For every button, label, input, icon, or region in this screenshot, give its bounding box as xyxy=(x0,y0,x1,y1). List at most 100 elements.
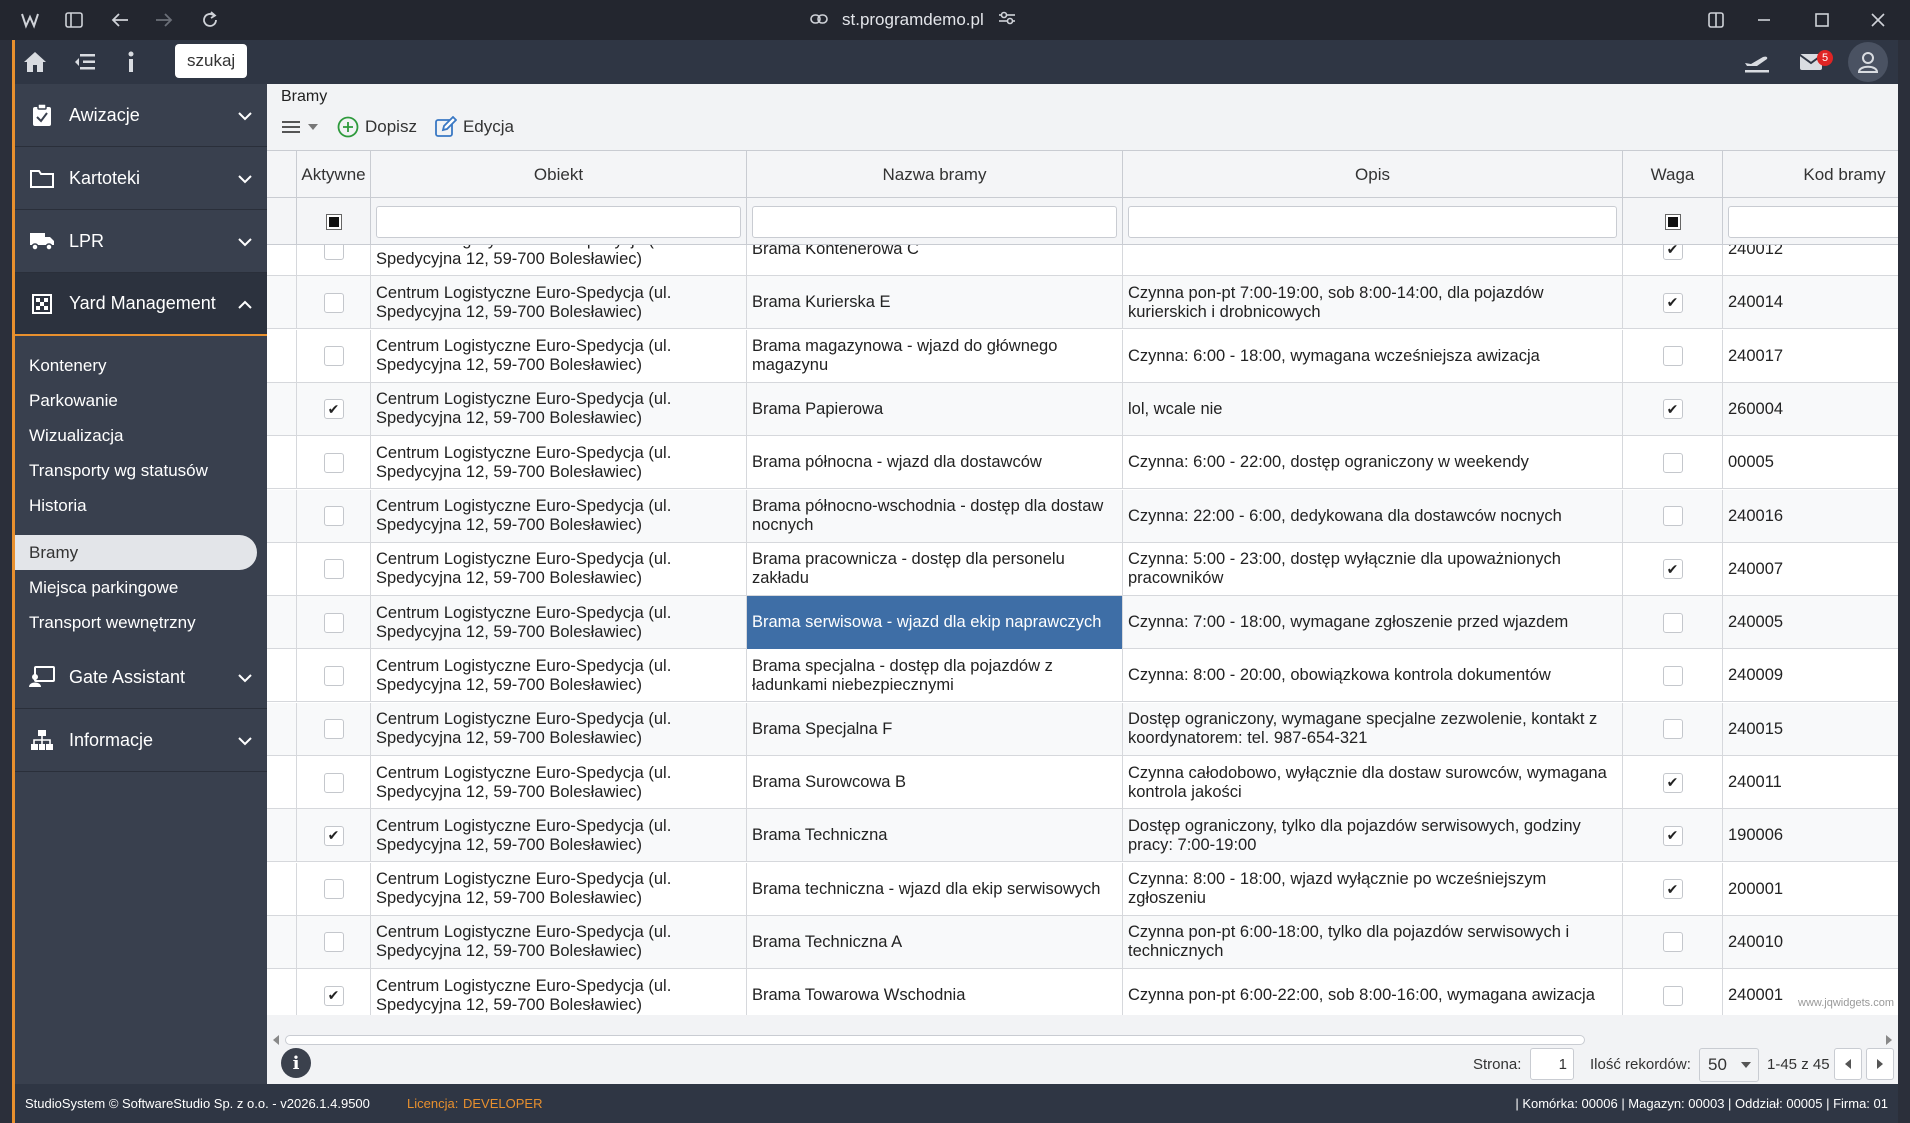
column-header-code[interactable]: Kod bramy xyxy=(1723,151,1898,198)
sidebar-item-bramy[interactable]: Bramy xyxy=(15,535,257,570)
table-row[interactable]: Centrum Logistyczne Euro-Spedycja (ul. S… xyxy=(267,489,1898,543)
cell-code[interactable]: 240010 xyxy=(1723,916,1898,969)
cell-object[interactable]: Centrum Logistyczne Euro-Spedycja (ul. S… xyxy=(371,489,747,543)
cell-weight[interactable]: ✔ xyxy=(1623,276,1723,330)
cell-weight[interactable]: ✔ xyxy=(1623,809,1723,863)
cell-active[interactable] xyxy=(297,542,371,596)
cell-object[interactable]: Centrum Logistyczne Euro-Spedycja (ul. S… xyxy=(371,596,747,650)
cell-object[interactable]: Centrum Logistyczne Euro-Spedycja (ul. S… xyxy=(371,245,747,276)
cell-desc[interactable]: Czynna: 8:00 - 20:00, obowiązkowa kontro… xyxy=(1123,649,1623,703)
filter-input-code[interactable] xyxy=(1728,205,1898,238)
cell-active[interactable]: ✔ xyxy=(297,969,371,1015)
table-row[interactable]: ✔ Centrum Logistyczne Euro-Spedycja (ul. … xyxy=(267,809,1898,863)
filter-input-name[interactable] xyxy=(752,205,1117,238)
checkbox-unchecked[interactable] xyxy=(323,772,344,793)
cell-desc[interactable]: Czynna: 8:00 - 18:00, wjazd wyłącznie po… xyxy=(1123,862,1623,916)
cell-active[interactable] xyxy=(297,276,371,330)
cell-object[interactable]: Centrum Logistyczne Euro-Spedycja (ul. S… xyxy=(371,862,747,916)
cell-object[interactable]: Centrum Logistyczne Euro-Spedycja (ul. S… xyxy=(371,382,747,436)
cell-code[interactable]: 190006 xyxy=(1723,809,1898,862)
checkbox-unchecked[interactable] xyxy=(1662,665,1683,686)
filter-input-desc[interactable] xyxy=(1128,205,1617,238)
address-bar[interactable]: st.programdemo.pl xyxy=(810,8,1016,32)
cell-desc[interactable]: Czynna: 5:00 - 23:00, dostęp wyłącznie d… xyxy=(1123,542,1623,596)
cell-desc[interactable]: Czynna pon-pt 7:00-19:00, sob 8:00-14:00… xyxy=(1123,276,1623,330)
cell-active[interactable] xyxy=(297,702,371,756)
cell-name[interactable]: Brama Kurierska E xyxy=(747,276,1123,330)
table-row[interactable]: ✔ Centrum Logistyczne Euro-Spedycja (ul. … xyxy=(267,969,1898,1015)
checkbox-checked[interactable]: ✔ xyxy=(323,825,344,846)
prev-page-button[interactable] xyxy=(1834,1048,1862,1080)
cell-weight[interactable] xyxy=(1623,915,1723,969)
checkbox-unchecked[interactable] xyxy=(1662,452,1683,473)
cell-object[interactable]: Centrum Logistyczne Euro-Spedycja (ul. S… xyxy=(371,702,747,756)
cell-weight[interactable] xyxy=(1623,969,1723,1015)
cell-object[interactable]: Centrum Logistyczne Euro-Spedycja (ul. S… xyxy=(371,542,747,596)
cell-name[interactable]: Brama pracownicza - dostęp dla personelu… xyxy=(747,542,1123,596)
column-header-desc[interactable]: Opis xyxy=(1123,151,1623,198)
sidebar-section-kartoteki[interactable]: Kartoteki xyxy=(15,147,267,210)
cell-name[interactable]: Brama serwisowa - wjazd dla ekip naprawc… xyxy=(747,596,1123,650)
cell-active[interactable] xyxy=(297,329,371,383)
checkbox-unchecked[interactable] xyxy=(1662,506,1683,526)
checkbox-checked[interactable]: ✔ xyxy=(1662,879,1683,900)
column-header-weight[interactable]: Waga xyxy=(1623,151,1723,198)
app-logo-icon[interactable] xyxy=(18,8,42,32)
cell-object[interactable]: Centrum Logistyczne Euro-Spedycja (ul. S… xyxy=(371,436,747,490)
table-row[interactable]: Centrum Logistyczne Euro-Spedycja (ul. S… xyxy=(267,436,1898,490)
mail-icon[interactable]: 5 xyxy=(1797,48,1833,76)
cell-active[interactable]: ✔ xyxy=(297,809,371,863)
cell-active[interactable]: ✔ xyxy=(297,382,371,436)
site-settings-icon[interactable] xyxy=(998,10,1016,31)
table-row[interactable]: Centrum Logistyczne Euro-Spedycja (ul. S… xyxy=(267,915,1898,969)
column-header-active[interactable]: Aktywne xyxy=(297,151,371,198)
cell-name[interactable]: Brama Techniczna A xyxy=(747,915,1123,969)
cell-object[interactable]: Centrum Logistyczne Euro-Spedycja (ul. S… xyxy=(371,915,747,969)
checkbox-unchecked[interactable] xyxy=(323,879,344,900)
back-icon[interactable] xyxy=(108,8,132,32)
cell-code[interactable]: 240012 xyxy=(1723,245,1898,276)
close-window-icon[interactable] xyxy=(1866,8,1890,32)
search-button[interactable]: szukaj xyxy=(175,44,248,78)
cell-weight[interactable] xyxy=(1623,596,1723,650)
sidebar-item-historia[interactable]: Historia xyxy=(15,488,267,523)
cell-code[interactable]: 240007 xyxy=(1723,543,1898,596)
checkbox-unchecked[interactable] xyxy=(323,559,344,580)
cell-name[interactable]: Brama specjalna - dostęp dla pojazdów z … xyxy=(747,649,1123,703)
cell-desc[interactable]: lol, wcale nie xyxy=(1123,382,1623,436)
checkbox-checked[interactable]: ✔ xyxy=(1662,292,1683,313)
cell-weight[interactable] xyxy=(1623,489,1723,543)
cell-code[interactable]: 240015 xyxy=(1723,703,1898,756)
checkbox-checked[interactable]: ✔ xyxy=(1662,825,1683,846)
reload-icon[interactable] xyxy=(198,8,222,32)
cell-desc[interactable]: Dostęp ograniczony, wymagane specjalne z… xyxy=(1123,702,1623,756)
records-select[interactable]: 50 xyxy=(1699,1048,1759,1082)
checkbox-checked[interactable]: ✔ xyxy=(1662,772,1683,793)
checkbox-checked[interactable]: ✔ xyxy=(323,399,344,420)
cell-desc[interactable]: Dostęp ograniczony, tylko dla pojazdów s… xyxy=(1123,809,1623,863)
grid-info-icon[interactable]: i xyxy=(281,1048,311,1078)
cell-weight[interactable] xyxy=(1623,649,1723,703)
sidebar-item-transporty[interactable]: Transporty wg statusów xyxy=(15,453,267,488)
scrollbar-thumb[interactable] xyxy=(285,1035,1585,1045)
cell-object[interactable]: Centrum Logistyczne Euro-Spedycja (ul. S… xyxy=(371,649,747,703)
cell-weight[interactable] xyxy=(1623,702,1723,756)
cell-active[interactable] xyxy=(297,489,371,543)
table-row[interactable]: Centrum Logistyczne Euro-Spedycja (ul. S… xyxy=(267,862,1898,916)
checkbox-unchecked[interactable] xyxy=(323,665,344,686)
edit-button[interactable]: Edycja xyxy=(435,116,514,138)
cell-desc[interactable]: Czynna: 7:00 - 18:00, wymagane zgłoszeni… xyxy=(1123,596,1623,650)
cell-code[interactable]: 240014 xyxy=(1723,276,1898,329)
cell-name[interactable]: Brama Towarowa Wschodnia xyxy=(747,969,1123,1015)
cell-desc[interactable]: Czynna całodobowo, wyłącznie dla dostaw … xyxy=(1123,756,1623,809)
minimize-icon[interactable] xyxy=(1752,8,1776,32)
cell-name[interactable]: Brama Kontenerowa C xyxy=(747,245,1123,276)
cell-code[interactable]: 240016 xyxy=(1723,490,1898,543)
filter-checkbox-weight[interactable] xyxy=(1664,213,1681,230)
sidebar-toggle-icon[interactable] xyxy=(62,8,86,32)
cell-active[interactable] xyxy=(297,756,371,809)
cell-code[interactable]: 00005 xyxy=(1723,436,1898,489)
filter-checkbox-active[interactable] xyxy=(325,213,342,230)
cell-weight[interactable]: ✔ xyxy=(1623,756,1723,809)
sidebar-item-wizualizacja[interactable]: Wizualizacja xyxy=(15,418,267,453)
